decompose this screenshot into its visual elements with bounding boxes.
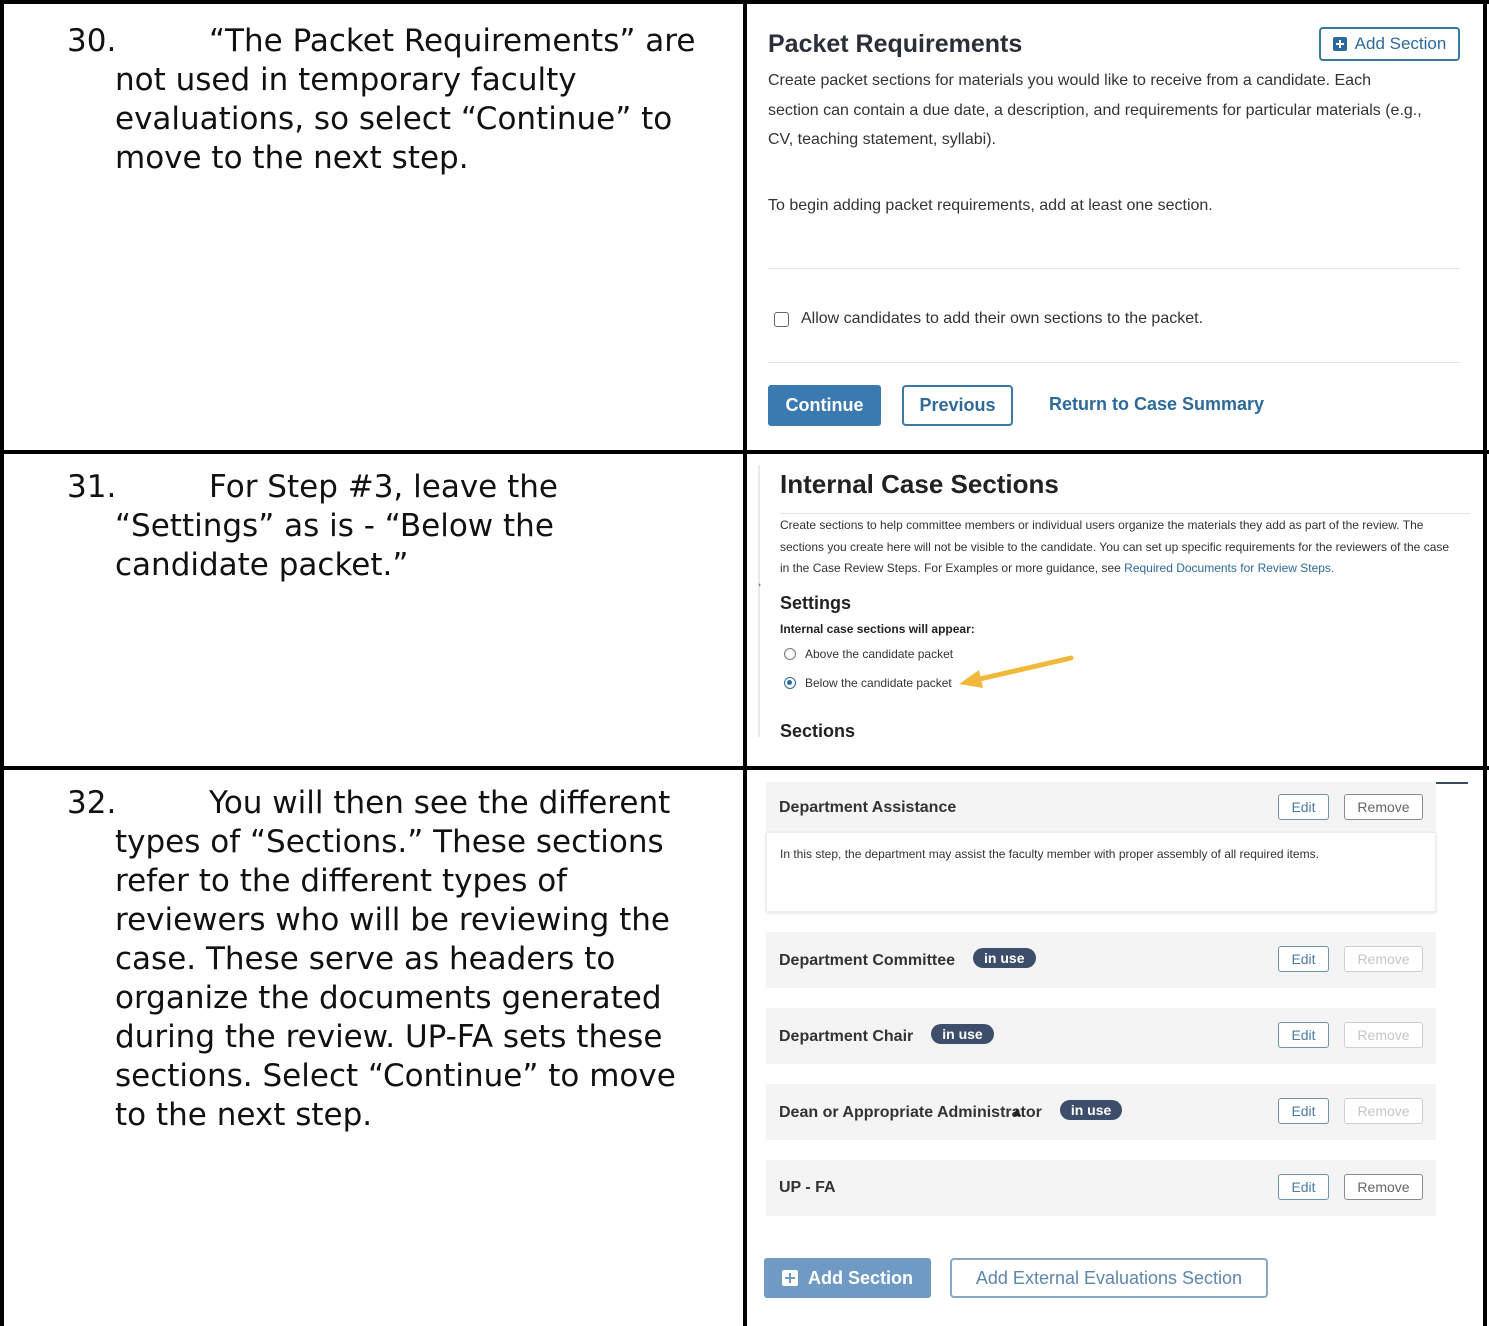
table-border-left <box>0 0 4 1326</box>
in-use-badge: in use <box>973 948 1036 968</box>
add-section-label: Add Section <box>807 1267 913 1288</box>
instruction-table: 30. “The Packet Requirements” are not use… <box>0 0 1489 1326</box>
divider <box>768 268 1460 269</box>
packet-desc-line: section can contain a due date, a descri… <box>768 101 1422 119</box>
appear-label: Internal case sections will appear: <box>780 622 975 636</box>
remove-button-disabled: Remove <box>1344 946 1423 972</box>
step-number: 32. <box>67 785 117 821</box>
packet-description: Create packet sections for materials you… <box>768 66 1468 155</box>
internal-desc-line: Create sections to help committee member… <box>780 518 1424 532</box>
edit-button[interactable]: Edit <box>1278 1022 1329 1048</box>
remove-button-disabled: Remove <box>1344 1022 1423 1048</box>
table-column-divider <box>743 0 747 1326</box>
step-line: organize the documents generated <box>115 980 662 1016</box>
step-line: not used in temporary faculty <box>115 62 577 98</box>
edit-button[interactable]: Edit <box>1278 1098 1329 1124</box>
table-border-right <box>1483 0 1487 1326</box>
step-number: 31. <box>67 469 117 505</box>
internal-case-sections-screenshot: , Internal Case Sections Create sections… <box>748 457 1482 739</box>
edit-button[interactable]: Edit <box>1278 946 1329 972</box>
step-32-text: 32. You will then see the different types… <box>67 784 717 1135</box>
step-line: during the review. UP-FA sets these <box>115 1019 663 1055</box>
section-description: In this step, the department may assist … <box>780 847 1319 861</box>
edit-button[interactable]: Edit <box>1278 1174 1329 1200</box>
packet-requirements-screenshot: Packet Requirements Add Section Create p… <box>748 4 1482 450</box>
step-line: reviewers who will be reviewing the <box>115 902 671 938</box>
packet-requirements-title: Packet Requirements <box>768 30 1023 58</box>
step-line: case. These serve as headers to <box>115 941 616 977</box>
step-line: You will then see the different <box>209 785 671 821</box>
step-line: “The Packet Requirements” are <box>209 23 696 59</box>
step-30-text: 30. “The Packet Requirements” are not use… <box>67 22 717 178</box>
step-number: 30. <box>67 23 117 59</box>
section-name: Department Chair in use <box>779 1024 994 1046</box>
section-row: Department Assistance Edit Remove <box>766 782 1436 832</box>
review-sections-screenshot: Department Assistance Edit Remove In thi… <box>748 782 1482 1326</box>
sections-heading: Sections <box>780 721 856 739</box>
panel-edge <box>758 465 760 737</box>
add-section-button[interactable]: Add Section <box>1319 27 1460 61</box>
divider <box>780 513 1470 514</box>
edit-button[interactable]: Edit <box>1278 794 1329 820</box>
in-use-badge: in use <box>1059 1100 1123 1120</box>
section-name-text: Dean or Appropriate Administrator <box>779 1104 1042 1121</box>
step-line: move to the next step. <box>115 140 469 176</box>
add-external-evaluations-button[interactable]: Add External Evaluations Section <box>950 1258 1268 1298</box>
divider <box>768 362 1460 363</box>
begin-instruction: To begin adding packet requirements, add… <box>768 197 1213 214</box>
section-name: Dean or Appropriate Administrator in use <box>779 1100 1123 1122</box>
step-line: candidate packet.” <box>115 547 409 583</box>
step-line: refer to the different types of <box>115 863 568 899</box>
step-31-text: 31. For Step #3, leave the “Settings” as … <box>67 468 717 585</box>
internal-description: Create sections to help committee member… <box>780 515 1470 580</box>
internal-desc-text: in the Case Review Steps. For Examples o… <box>780 561 1125 575</box>
option-below-packet[interactable]: Below the candidate packet <box>784 676 952 690</box>
option-above-packet[interactable]: Above the candidate packet <box>784 647 953 661</box>
option-label: Above the candidate packet <box>805 647 954 661</box>
step-line: to the next step. <box>115 1097 373 1133</box>
previous-button[interactable]: Previous <box>902 385 1013 426</box>
section-name-text: Department Committee <box>779 952 956 969</box>
section-row: Dean or Appropriate Administrator in use … <box>766 1084 1436 1140</box>
step-line: For Step #3, leave the <box>209 469 558 505</box>
section-name: Department Assistance <box>779 799 957 816</box>
internal-case-sections-title: Internal Case Sections <box>780 469 1059 499</box>
radio-above[interactable] <box>784 648 796 660</box>
remove-button[interactable]: Remove <box>1344 794 1423 820</box>
step-line: evaluations, so select “Continue” to <box>115 101 673 137</box>
section-name-text: Department Chair <box>779 1028 914 1045</box>
mouse-cursor-icon <box>1013 1108 1021 1116</box>
plus-square-icon <box>1332 37 1347 51</box>
section-row: Department Chair in use Edit Remove <box>766 1008 1436 1064</box>
settings-heading: Settings <box>780 593 852 613</box>
internal-desc-line: in the Case Review Steps. For Examples o… <box>780 558 1470 580</box>
section-row: UP - FA Edit Remove <box>766 1160 1436 1216</box>
section-row: Department Committee in use Edit Remove <box>766 932 1436 988</box>
radio-below-selected[interactable] <box>784 677 796 689</box>
section-name: UP - FA <box>779 1179 836 1196</box>
pointer-arrow-icon <box>959 655 1074 688</box>
remove-button[interactable]: Remove <box>1344 1174 1423 1200</box>
plus-square-icon <box>781 1270 798 1286</box>
internal-desc-line: sections you create here will not be vis… <box>780 539 1450 554</box>
step-line: “Settings” as is - “Below the <box>115 508 554 544</box>
continue-button[interactable]: Continue <box>768 385 881 426</box>
checkbox-label: Allow candidates to add their own sectio… <box>801 310 1204 327</box>
step-line: types of “Sections.” These sections <box>115 824 664 860</box>
add-section-label: Add Section <box>1354 34 1447 53</box>
stray-mark: , <box>758 574 762 588</box>
section-description-box: In this step, the department may assist … <box>766 832 1436 912</box>
allow-candidate-sections-option[interactable]: Allow candidates to add their own sectio… <box>774 310 1203 328</box>
option-label: Below the candidate packet <box>805 676 952 690</box>
packet-desc-line: Create packet sections for materials you… <box>768 72 1371 89</box>
in-use-badge: in use <box>931 1024 994 1044</box>
step-line: sections. Select “Continue” to move <box>115 1058 676 1094</box>
section-name: Department Committee in use <box>779 948 1036 970</box>
allow-candidate-sections-checkbox[interactable] <box>774 311 789 327</box>
add-section-button[interactable]: Add Section <box>764 1258 931 1298</box>
return-to-case-summary-link[interactable]: Return to Case Summary <box>1049 394 1264 415</box>
required-documents-link[interactable]: Required Documents for Review Steps. <box>1124 561 1334 575</box>
packet-desc-line: CV, teaching statement, syllabi). <box>768 131 996 148</box>
remove-button-disabled: Remove <box>1344 1098 1423 1124</box>
